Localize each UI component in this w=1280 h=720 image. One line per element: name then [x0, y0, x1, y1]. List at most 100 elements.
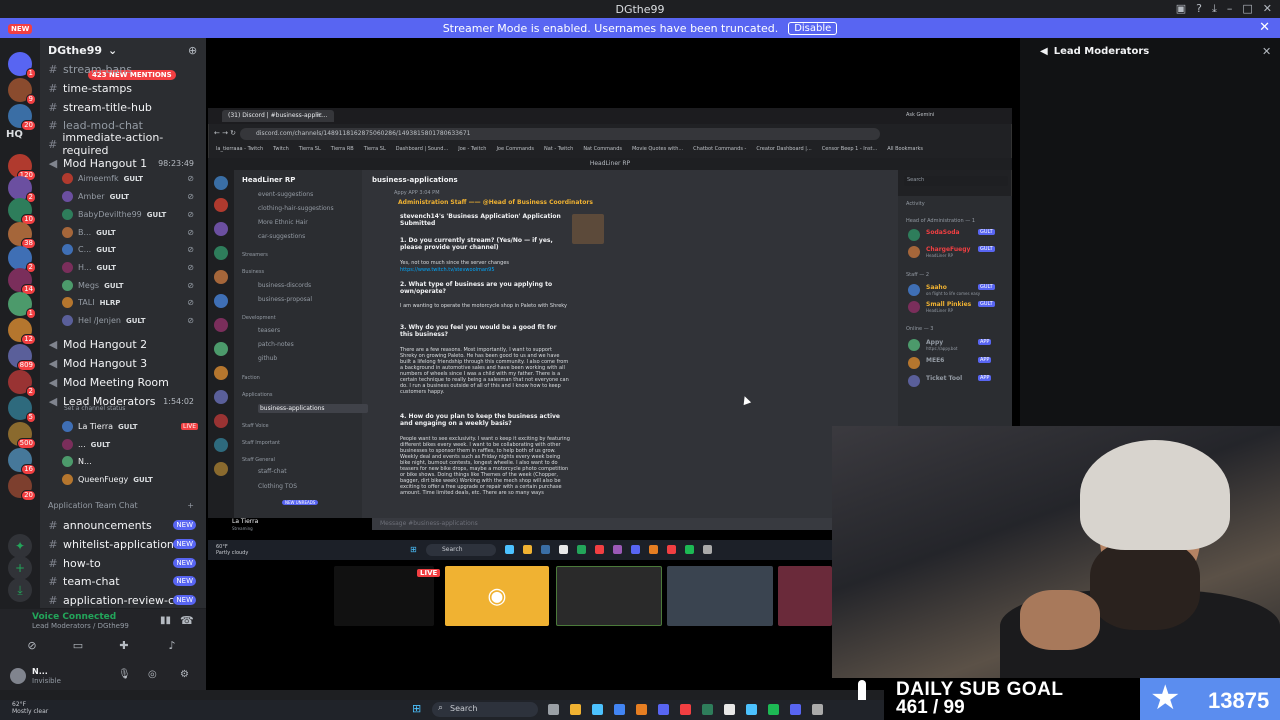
- inner-server-icon[interactable]: [214, 176, 228, 190]
- server-icon[interactable]: 20: [8, 104, 36, 131]
- voice-user[interactable]: ... GULT: [62, 436, 202, 453]
- inner-channel[interactable]: clothing-hair-suggestions: [258, 205, 334, 212]
- bookmark-item[interactable]: Creator Dashboard |...: [756, 146, 811, 152]
- taskbar-app-icon[interactable]: [702, 704, 713, 715]
- inner-server-icon[interactable]: [214, 270, 228, 284]
- window-preview-browser[interactable]: [667, 566, 773, 626]
- server-icon[interactable]: 16: [8, 448, 36, 475]
- taskbar-app-icon[interactable]: [812, 704, 823, 715]
- taskbar-app-icon[interactable]: [636, 704, 647, 715]
- bookmark-item[interactable]: Tierra SL: [299, 146, 321, 152]
- inner-search-input[interactable]: Search: [904, 176, 1008, 186]
- inner-server-icon[interactable]: [214, 222, 228, 236]
- server-icon[interactable]: 2: [8, 246, 36, 273]
- taskbar-app-icon[interactable]: [592, 704, 603, 715]
- server-icon[interactable]: 9: [8, 78, 36, 105]
- taskbar-app-icon[interactable]: [541, 545, 550, 554]
- taskbar-app-icon[interactable]: [577, 545, 586, 554]
- banner-close-icon[interactable]: ✕: [1259, 20, 1270, 35]
- member-name[interactable]: Saaho: [926, 284, 947, 291]
- server-icon[interactable]: 500: [8, 422, 36, 449]
- taskbar-app-icon[interactable]: [746, 704, 757, 715]
- inner-channel[interactable]: car-suggestions: [258, 233, 305, 240]
- add-server-icon[interactable]: +: [8, 556, 32, 580]
- avatar[interactable]: [908, 229, 920, 241]
- inner-category[interactable]: Staff Voice: [242, 423, 269, 429]
- avatar[interactable]: [908, 375, 920, 387]
- taskbar-app-icon[interactable]: [614, 704, 625, 715]
- avatar[interactable]: [908, 246, 920, 258]
- server-icon[interactable]: 12: [8, 318, 36, 345]
- server-header[interactable]: DGthe99 ⌄: [48, 44, 117, 57]
- window-preview-camera[interactable]: [556, 566, 662, 626]
- inner-category[interactable]: Applications: [242, 392, 273, 398]
- server-icon[interactable]: 38: [8, 222, 36, 249]
- voice-user[interactable]: Hel /Jenjen GULT ⊘: [62, 312, 202, 329]
- channel-app[interactable]: # whitelist-application... NEW: [48, 535, 200, 553]
- inner-server-icon[interactable]: [214, 246, 228, 260]
- bookmark-item[interactable]: Joe Commands: [496, 146, 534, 152]
- answer-1-link[interactable]: https://www.twitch.tv/stevwoolman95: [400, 267, 570, 273]
- taskbar-app-icon[interactable]: [658, 704, 669, 715]
- member-name[interactable]: ChargeFuegy: [926, 246, 970, 253]
- windows-start-icon[interactable]: ⊞: [410, 545, 417, 554]
- channel-time-stamps[interactable]: # time-stamps: [48, 79, 200, 97]
- voice-user[interactable]: N...: [62, 453, 202, 470]
- inner-channel[interactable]: Clothing TOS: [258, 483, 297, 490]
- taskbar-search[interactable]: Search: [432, 702, 538, 717]
- server-icon[interactable]: 2: [8, 176, 36, 203]
- inner-channel[interactable]: More Ethnic Hair: [258, 219, 308, 226]
- bookmark-item[interactable]: Dashboard | Sound...: [396, 146, 449, 152]
- nav-back-icon[interactable]: ← → ↻: [214, 129, 236, 137]
- inner-channel[interactable]: event-suggestions: [258, 191, 313, 198]
- bookmark-item[interactable]: Tierra SL: [364, 146, 386, 152]
- inner-channel[interactable]: patch-notes: [258, 341, 294, 348]
- signal-icon[interactable]: ▮▮: [160, 615, 171, 626]
- inner-server-icon[interactable]: [214, 438, 228, 452]
- add-channel-icon[interactable]: +: [187, 501, 194, 510]
- inner-server-icon[interactable]: [214, 390, 228, 404]
- window-preview-discord[interactable]: ◉: [445, 566, 549, 626]
- voice-user[interactable]: La Tierra GULT LIVE: [62, 418, 202, 435]
- bookmark-item[interactable]: Movie Quotes with...: [632, 146, 683, 152]
- inner-channel[interactable]: business-applications: [258, 404, 368, 413]
- inner-category[interactable]: Streamers: [242, 252, 268, 258]
- voice-user[interactable]: Amber GULT ⊘: [62, 188, 202, 205]
- taskbar-app-icon[interactable]: [595, 545, 604, 554]
- disable-button[interactable]: Disable: [788, 21, 838, 35]
- camera-off-icon[interactable]: ⊘: [12, 637, 52, 653]
- voice-user[interactable]: H... GULT ⊘: [62, 259, 202, 276]
- inner-channel[interactable]: business-discords: [258, 282, 311, 289]
- channel-stream-title-hub[interactable]: # stream-title-hub: [48, 98, 200, 116]
- taskbar-app-icon[interactable]: [724, 704, 735, 715]
- taskbar-app-icon[interactable]: [631, 545, 640, 554]
- voice-channel[interactable]: ◀ Mod Hangout 2: [48, 335, 200, 353]
- inner-channel[interactable]: github: [258, 355, 277, 362]
- voice-user[interactable]: B... GULT ⊘: [62, 224, 202, 241]
- close-icon[interactable]: ✕: [1263, 2, 1272, 16]
- taskbar-app-icon[interactable]: [768, 704, 779, 715]
- inner-server-icon[interactable]: [214, 462, 228, 476]
- member-name[interactable]: SodaSoda: [926, 229, 960, 236]
- taskbar-app-icon[interactable]: [685, 545, 694, 554]
- server-icon[interactable]: 2: [8, 370, 36, 397]
- channel-app[interactable]: # team-chat NEW: [48, 572, 200, 590]
- voice-channel-label[interactable]: Lead Moderators / DGthe99: [32, 622, 129, 630]
- avatar[interactable]: [908, 284, 920, 296]
- server-icon[interactable]: 5: [8, 396, 36, 423]
- inner-category[interactable]: Development: [242, 315, 276, 321]
- minimize-icon[interactable]: –: [1227, 2, 1233, 16]
- voice-user[interactable]: Aimeemfk GULT ⊘: [62, 170, 202, 187]
- inner-server-icon[interactable]: [214, 198, 228, 212]
- member-name[interactable]: MEE6: [926, 357, 944, 364]
- taskbar-weather[interactable]: 62°F Mostly clear: [12, 701, 48, 715]
- server-icon[interactable]: 1: [8, 52, 36, 79]
- server-icon[interactable]: 120: [8, 154, 36, 181]
- inner-server-icon[interactable]: [214, 366, 228, 380]
- avatar[interactable]: [10, 668, 26, 684]
- bookmark-item[interactable]: Censor Beep 1 - Inst...: [822, 146, 878, 152]
- panel-close-icon[interactable]: ✕: [1262, 45, 1271, 58]
- download-icon[interactable]: ⤓: [1212, 2, 1217, 16]
- inner-server-icon[interactable]: [214, 414, 228, 428]
- add-user-icon[interactable]: ⊕: [188, 44, 197, 57]
